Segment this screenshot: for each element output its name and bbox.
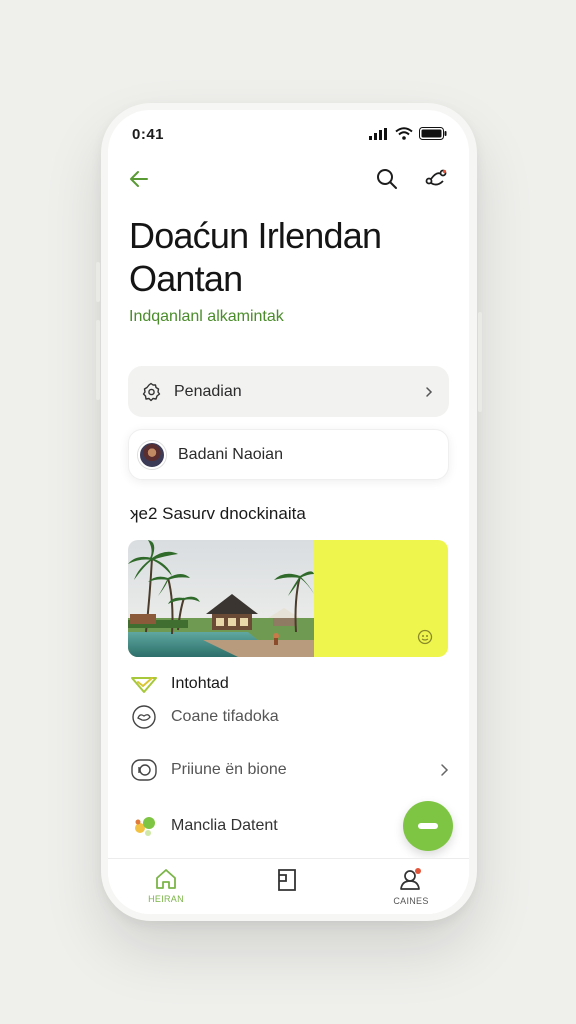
gear-icon — [142, 382, 161, 401]
list-item[interactable]: Intohtad — [130, 674, 450, 694]
app-screen: 0:41 Doaćun Irlendan Oantan Indqanlanl a… — [108, 110, 469, 914]
wifi-icon — [395, 127, 413, 140]
list-item[interactable]: Coane tifadoka — [130, 705, 450, 729]
chevron-right-icon — [426, 386, 433, 397]
tab-library[interactable] — [242, 867, 332, 896]
floating-action-button[interactable] — [403, 801, 453, 851]
chat-icon — [418, 823, 438, 829]
status-icons — [369, 127, 447, 140]
chat-bubble-icon — [132, 705, 156, 729]
profile-row[interactable]: Badani Naoian — [128, 429, 449, 480]
share-icon — [425, 169, 447, 186]
settings-row-label: Penadian — [174, 382, 242, 400]
search-icon — [377, 169, 397, 189]
volume-down-button — [96, 320, 100, 400]
camera-icon — [131, 759, 157, 781]
volume-up-button — [96, 262, 100, 302]
profile-icon — [400, 868, 421, 890]
signal-icon — [369, 127, 387, 140]
profile-row-label: Badani Naoian — [178, 445, 283, 463]
tab-profile[interactable]: CAINES — [366, 867, 456, 906]
list-item-label: Coane tifadoka — [171, 708, 279, 725]
home-icon — [156, 869, 176, 889]
chevron-right-icon — [441, 764, 449, 776]
list-item-label: Priiune ën bione — [171, 761, 287, 778]
tab-home[interactable]: HEIRAN — [121, 867, 211, 904]
battery-icon — [419, 127, 447, 140]
search-button[interactable] — [372, 164, 402, 194]
list-item[interactable]: Manclia Datent — [130, 814, 450, 838]
list-item-label: Intohtad — [171, 675, 229, 692]
avatar — [138, 440, 166, 469]
back-button[interactable] — [124, 164, 154, 194]
section-heading: ʞe2 Sasuɾv dnockinaita — [130, 504, 306, 523]
arrow-left-icon — [130, 171, 148, 187]
apps-icon — [135, 817, 155, 836]
resort-photo — [128, 540, 314, 657]
tab-home-label: HEIRAN — [148, 894, 184, 904]
power-button — [478, 312, 482, 412]
book-icon — [278, 869, 296, 891]
share-button[interactable] — [421, 164, 451, 194]
status-time: 0:41 — [132, 126, 165, 143]
list-item-label: Manclia Datent — [171, 817, 278, 834]
page-subtitle: Indqanlanl alkamintak — [129, 308, 284, 325]
check-triangle-icon — [131, 677, 157, 693]
page-title: Doaćun Irlendan Oantan — [129, 215, 382, 299]
tab-profile-label: CAINES — [393, 896, 429, 906]
media-card[interactable] — [128, 540, 448, 657]
react-icon[interactable] — [416, 628, 434, 646]
settings-row[interactable]: Penadian — [128, 366, 449, 417]
list-item[interactable]: Priiune ën bione — [130, 758, 450, 782]
tab-bar: HEIRAN CAINES — [108, 858, 469, 914]
